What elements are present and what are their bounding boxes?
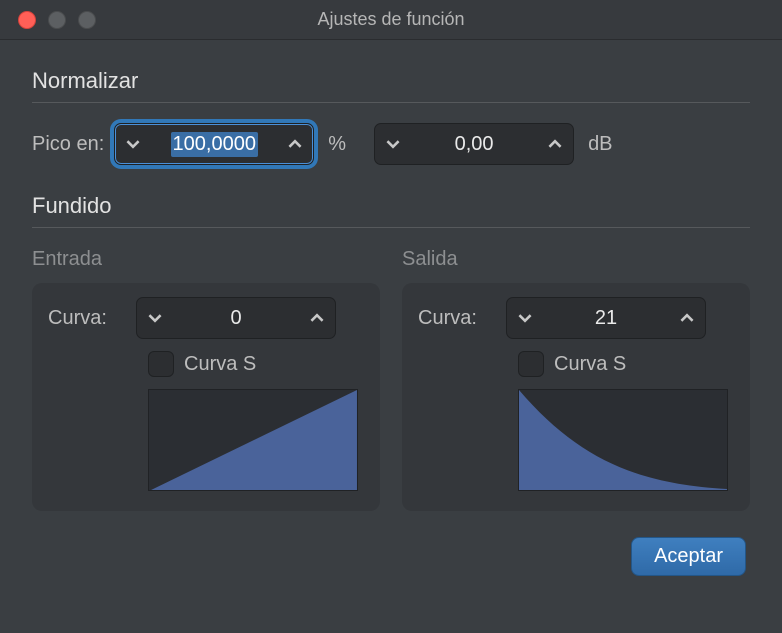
- fade-in-curve-value[interactable]: 0: [173, 307, 299, 330]
- traffic-lights: [18, 11, 96, 29]
- fade-in-column: Entrada Curva: 0 Cu: [32, 248, 380, 511]
- chevron-down-icon: [148, 311, 162, 325]
- fade-in-curve-stepper[interactable]: 0: [136, 297, 336, 339]
- fade-out-curve-shape: [519, 390, 727, 491]
- window-title: Ajustes de función: [0, 9, 782, 30]
- fade-out-scurve-label: Curva S: [554, 353, 626, 376]
- chevron-down-icon: [518, 311, 532, 325]
- divider: [32, 102, 750, 103]
- fade-out-scurve-checkbox[interactable]: [518, 351, 544, 377]
- fade-in-curve-decrement[interactable]: [137, 298, 173, 338]
- fade-in-scurve-row: Curva S: [148, 351, 364, 377]
- normalize-row: Pico en: 100,0000 % 0,00 dB: [32, 123, 750, 165]
- fade-in-scurve-label: Curva S: [184, 353, 256, 376]
- fade-out-curve-increment[interactable]: [669, 298, 705, 338]
- accept-button[interactable]: Aceptar: [631, 537, 746, 576]
- divider: [32, 227, 750, 228]
- fade-out-curve-value[interactable]: 21: [543, 307, 669, 330]
- fade-in-title: Entrada: [32, 248, 380, 271]
- fade-in-panel: Curva: 0 Curva S: [32, 283, 380, 511]
- fade-in-curve-row: Curva: 0: [48, 297, 364, 339]
- percent-unit: %: [328, 133, 346, 156]
- peak-label: Pico en:: [32, 133, 104, 156]
- peak-db-decrement[interactable]: [375, 124, 411, 164]
- minimize-window-button[interactable]: [48, 11, 66, 29]
- peak-percent-stepper[interactable]: 100,0000: [114, 123, 314, 165]
- zoom-window-button[interactable]: [78, 11, 96, 29]
- fade-out-column: Salida Curva: 21 Cu: [402, 248, 750, 511]
- chevron-up-icon: [288, 137, 302, 151]
- normalize-header: Normalizar: [32, 68, 750, 94]
- fade-in-curve-increment[interactable]: [299, 298, 335, 338]
- chevron-up-icon: [680, 311, 694, 325]
- peak-percent-decrement[interactable]: [115, 124, 151, 164]
- peak-db-value[interactable]: 0,00: [411, 133, 537, 156]
- fade-header: Fundido: [32, 193, 750, 219]
- fade-out-curve-preview-wrap: [518, 389, 734, 491]
- chevron-down-icon: [386, 137, 400, 151]
- fade-in-curve-shape: [149, 390, 357, 491]
- fade-out-panel: Curva: 21 Curva S: [402, 283, 750, 511]
- fade-panels: Entrada Curva: 0 Cu: [32, 248, 750, 511]
- peak-percent-value[interactable]: 100,0000: [151, 132, 277, 157]
- fade-out-curve-label: Curva:: [418, 307, 496, 330]
- fade-out-curve-row: Curva: 21: [418, 297, 734, 339]
- fade-in-curve-preview-wrap: [148, 389, 364, 491]
- close-window-button[interactable]: [18, 11, 36, 29]
- fade-out-curve-stepper[interactable]: 21: [506, 297, 706, 339]
- db-unit: dB: [588, 133, 612, 156]
- chevron-down-icon: [126, 137, 140, 151]
- fade-out-curve-decrement[interactable]: [507, 298, 543, 338]
- fade-in-scurve-checkbox[interactable]: [148, 351, 174, 377]
- fade-out-title: Salida: [402, 248, 750, 271]
- fade-out-scurve-row: Curva S: [518, 351, 734, 377]
- titlebar: Ajustes de función: [0, 0, 782, 40]
- fade-out-curve-preview: [518, 389, 728, 491]
- fade-in-curve-label: Curva:: [48, 307, 126, 330]
- footer: Aceptar: [32, 537, 750, 576]
- chevron-up-icon: [310, 311, 324, 325]
- peak-db-stepper[interactable]: 0,00: [374, 123, 574, 165]
- window-content: Normalizar Pico en: 100,0000 % 0,00 dB F…: [0, 40, 782, 596]
- fade-in-curve-preview: [148, 389, 358, 491]
- chevron-up-icon: [548, 137, 562, 151]
- peak-percent-increment[interactable]: [277, 124, 313, 164]
- peak-db-increment[interactable]: [537, 124, 573, 164]
